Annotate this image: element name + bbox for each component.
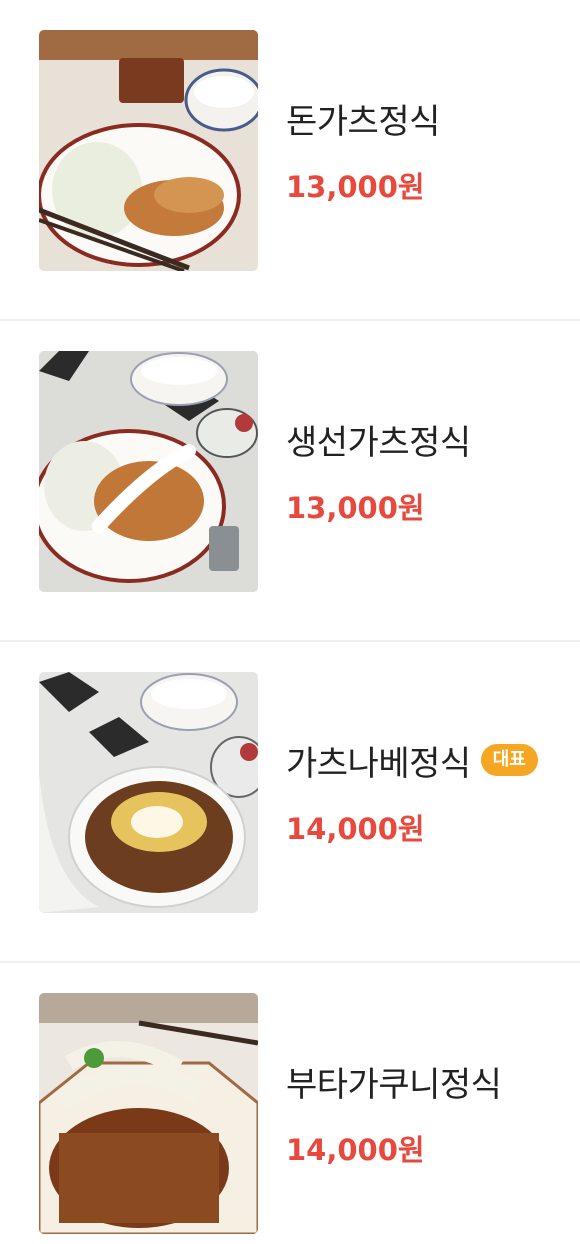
buta-kakuni-set-photo — [39, 993, 258, 1234]
menu-item-price: 13,000원 — [286, 491, 425, 525]
menu-item-name: 부타가쿠니정식 — [286, 1064, 502, 1105]
menu-item-tonkatsu-set[interactable]: 돈가츠정식 13,000원 — [0, 0, 580, 321]
menu-item-fish-katsu-set[interactable]: 생선가츠정식 13,000원 — [0, 321, 580, 642]
menu-list: 돈가츠정식 13,000원 생선가츠정식 13,000원 가츠나베정식 대표 1… — [0, 0, 580, 1240]
menu-item-name: 돈가츠정식 — [286, 101, 440, 142]
menu-item-info: 생선가츠정식 13,000원 — [286, 417, 570, 527]
menu-item-name: 가츠나베정식 — [286, 743, 471, 784]
signature-badge: 대표 — [480, 744, 538, 776]
menu-item-info: 부타가쿠니정식 14,000원 — [286, 1059, 570, 1169]
name-row: 돈가츠정식 — [286, 96, 570, 142]
fish-katsu-set-photo — [39, 351, 258, 592]
name-row: 가츠나베정식 대표 — [286, 738, 570, 784]
menu-item-buta-kakuni-set[interactable]: 부타가쿠니정식 14,000원 — [0, 963, 580, 1244]
katsu-nabe-set-photo — [39, 672, 258, 913]
menu-item-price: 14,000원 — [286, 1133, 425, 1167]
menu-item-price: 14,000원 — [286, 812, 425, 846]
menu-item-info: 가츠나베정식 대표 14,000원 — [286, 738, 570, 848]
menu-item-name: 생선가츠정식 — [286, 422, 471, 463]
menu-item-price: 13,000원 — [286, 170, 425, 204]
name-row: 부타가쿠니정식 — [286, 1059, 570, 1105]
name-row: 생선가츠정식 — [286, 417, 570, 463]
tonkatsu-set-photo — [39, 30, 258, 271]
menu-item-info: 돈가츠정식 13,000원 — [286, 96, 570, 206]
menu-item-katsu-nabe-set[interactable]: 가츠나베정식 대표 14,000원 — [0, 642, 580, 963]
